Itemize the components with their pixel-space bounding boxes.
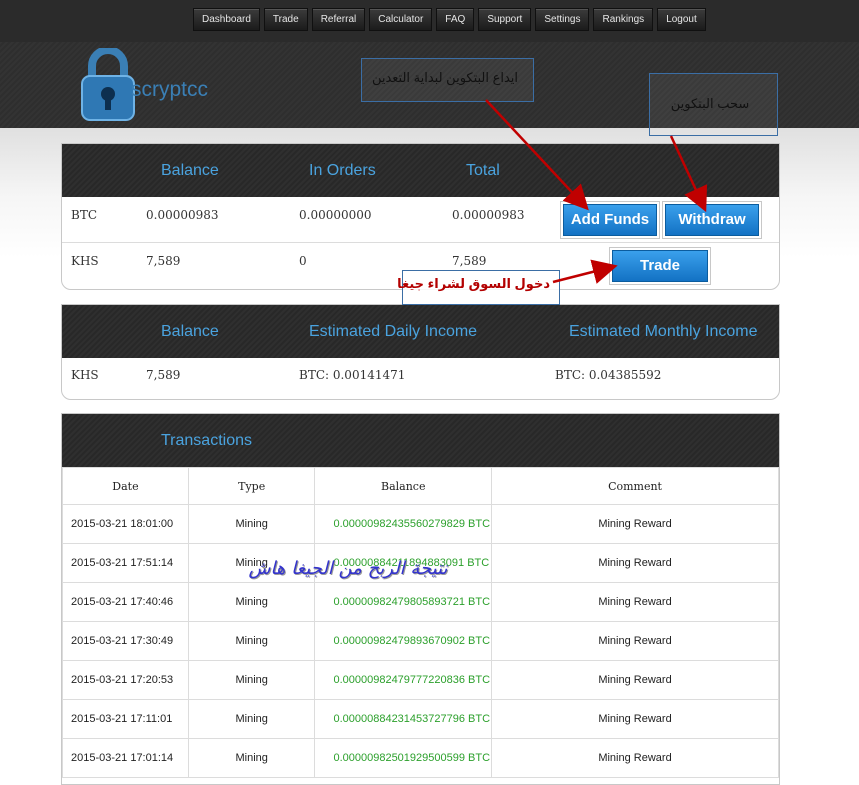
- tx-balance: 0.00000982479777220836 BTC: [314, 660, 493, 700]
- income-panel: Balance Estimated Daily Income Estimated…: [61, 304, 780, 400]
- tx-date: 2015-03-21 17:01:14: [62, 738, 189, 778]
- monthly-income-value: BTC: 0.04385592: [555, 368, 662, 382]
- trade-button[interactable]: Trade: [612, 250, 708, 282]
- tx-comment: Mining Reward: [491, 543, 779, 583]
- tx-date: 2015-03-21 17:30:49: [62, 621, 189, 661]
- tx-balance: 0.00000982479893670902 BTC: [314, 621, 493, 661]
- row-divider: [62, 242, 779, 243]
- nav-referral[interactable]: Referral: [311, 8, 366, 31]
- tx-type: Mining: [187, 582, 316, 622]
- tx-comment: Mining Reward: [491, 621, 779, 661]
- col-total: Total: [466, 162, 500, 179]
- transactions-table: Date Type Balance Comment 2015-03-21 18:…: [62, 467, 779, 778]
- balances-header: Balance In Orders Total: [62, 144, 779, 197]
- nav-settings[interactable]: Settings: [535, 8, 590, 31]
- tx-type: Mining: [187, 699, 316, 739]
- col-income-balance: Balance: [161, 323, 219, 340]
- logo-text: scryptcc: [131, 78, 209, 101]
- withdraw-annotation-text: سحب البتكوين: [670, 96, 750, 111]
- tx-balance: 0.00000982435560279829 BTC: [314, 504, 493, 544]
- tx-balance: 0.00000982479805893721 BTC: [314, 582, 493, 622]
- tx-balance: 0.00000884231453727796 BTC: [314, 699, 493, 739]
- tx-type: Mining: [187, 738, 316, 778]
- tx-date: 2015-03-21 17:51:14: [62, 543, 189, 583]
- main-nav: Dashboard Trade Referral Calculator FAQ …: [193, 8, 706, 31]
- nav-logout[interactable]: Logout: [657, 8, 706, 31]
- table-row: 2015-03-21 18:01:00 Mining 0.00000982435…: [62, 504, 779, 544]
- col-tx-balance: Balance: [314, 467, 493, 505]
- daily-income-value: BTC: 0.00141471: [299, 368, 406, 382]
- khs-total: 7,589: [452, 254, 487, 268]
- tx-type: Mining: [187, 621, 316, 661]
- btc-in-orders: 0.00000000: [299, 208, 372, 222]
- transactions-header: Transactions: [62, 414, 779, 467]
- btc-total: 0.00000983: [452, 208, 525, 222]
- tx-type: Mining: [187, 504, 316, 544]
- table-row: 2015-03-21 17:20:53 Mining 0.00000982479…: [62, 660, 779, 700]
- col-comment: Comment: [491, 467, 779, 505]
- nav-trade[interactable]: Trade: [263, 8, 308, 31]
- tx-type: Mining: [187, 660, 316, 700]
- khs-currency: KHS: [71, 254, 99, 268]
- nav-rankings[interactable]: Rankings: [593, 8, 654, 31]
- transactions-panel: Transactions Date Type Balance Comment 2…: [61, 413, 780, 785]
- table-row: 2015-03-21 17:30:49 Mining 0.00000982479…: [62, 621, 779, 661]
- withdraw-button[interactable]: Withdraw: [665, 204, 759, 236]
- col-monthly-income: Estimated Monthly Income: [569, 323, 758, 340]
- btc-balance: 0.00000983: [146, 208, 219, 222]
- tx-comment: Mining Reward: [491, 660, 779, 700]
- table-row: 2015-03-21 17:01:14 Mining 0.00000982501…: [62, 738, 779, 778]
- col-type: Type: [187, 467, 316, 505]
- tx-comment: Mining Reward: [491, 738, 779, 778]
- tx-date: 2015-03-21 18:01:00: [62, 504, 189, 544]
- table-row: 2015-03-21 17:40:46 Mining 0.00000982479…: [62, 582, 779, 622]
- income-balance: 7,589: [146, 368, 181, 382]
- tx-comment: Mining Reward: [491, 504, 779, 544]
- top-nav-bar: Dashboard Trade Referral Calculator FAQ …: [0, 0, 859, 43]
- btc-currency: BTC: [71, 208, 98, 222]
- income-currency: KHS: [71, 368, 99, 382]
- nav-faq[interactable]: FAQ: [436, 8, 475, 31]
- transactions-title: Transactions: [161, 432, 252, 449]
- khs-in-orders: 0: [299, 254, 307, 268]
- add-funds-button[interactable]: Add Funds: [563, 204, 657, 236]
- tx-comment: Mining Reward: [491, 582, 779, 622]
- col-in-orders: In Orders: [309, 162, 376, 179]
- deposit-annotation-text: ايداع البتكوين لبداية التعدين: [371, 70, 519, 85]
- col-date: Date: [62, 467, 189, 505]
- transactions-header-row: Date Type Balance Comment: [62, 467, 779, 505]
- nav-calculator[interactable]: Calculator: [369, 8, 433, 31]
- income-header: Balance Estimated Daily Income Estimated…: [62, 305, 779, 358]
- col-balance: Balance: [161, 162, 219, 179]
- tx-date: 2015-03-21 17:11:01: [62, 699, 189, 739]
- nav-support[interactable]: Support: [478, 8, 532, 31]
- tx-date: 2015-03-21 17:20:53: [62, 660, 189, 700]
- col-daily-income: Estimated Daily Income: [309, 323, 478, 340]
- tx-date: 2015-03-21 17:40:46: [62, 582, 189, 622]
- profit-annotation-text: نتيجة الربح من الجيغا هاش: [248, 558, 448, 579]
- tx-comment: Mining Reward: [491, 699, 779, 739]
- khs-balance: 7,589: [146, 254, 181, 268]
- tx-balance: 0.00000982501929500599 BTC: [314, 738, 493, 778]
- market-annotation-text: دخول السوق لشراء جيغا: [397, 276, 550, 291]
- table-row: 2015-03-21 17:11:01 Mining 0.00000884231…: [62, 699, 779, 739]
- nav-dashboard[interactable]: Dashboard: [193, 8, 260, 31]
